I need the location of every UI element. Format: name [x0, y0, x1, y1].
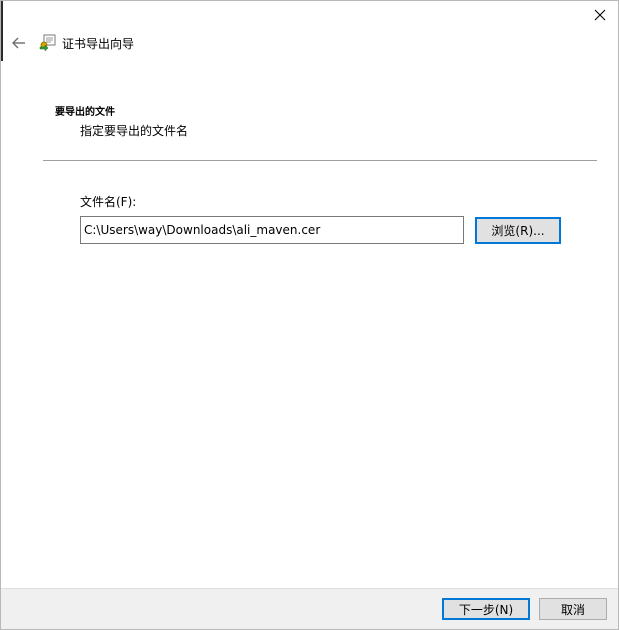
file-name-label: 文件名(F): [80, 195, 137, 209]
next-button[interactable]: 下一步(N) [442, 598, 530, 620]
close-icon [594, 9, 606, 21]
back-button[interactable] [9, 34, 29, 52]
certificate-export-icon [39, 34, 56, 51]
back-arrow-icon [12, 37, 25, 49]
page-title: 要导出的文件 [55, 107, 115, 118]
certificate-export-wizard-window: 证书导出向导 要导出的文件 指定要导出的文件名 文件名(F): C:\Users… [0, 0, 619, 630]
browse-button[interactable]: 浏览(R)... [475, 217, 561, 244]
wizard-footer: 下一步(N) 取消 [1, 588, 618, 629]
page-subtitle: 指定要导出的文件名 [80, 124, 189, 138]
close-button[interactable] [582, 1, 618, 29]
window-title: 证书导出向导 [62, 37, 135, 51]
wizard-titlebar: 证书导出向导 [1, 29, 618, 57]
file-name-input[interactable]: C:\Users\way\Downloads\ali_maven.cer [80, 216, 464, 244]
cancel-button[interactable]: 取消 [539, 598, 607, 620]
header-divider [43, 160, 597, 161]
